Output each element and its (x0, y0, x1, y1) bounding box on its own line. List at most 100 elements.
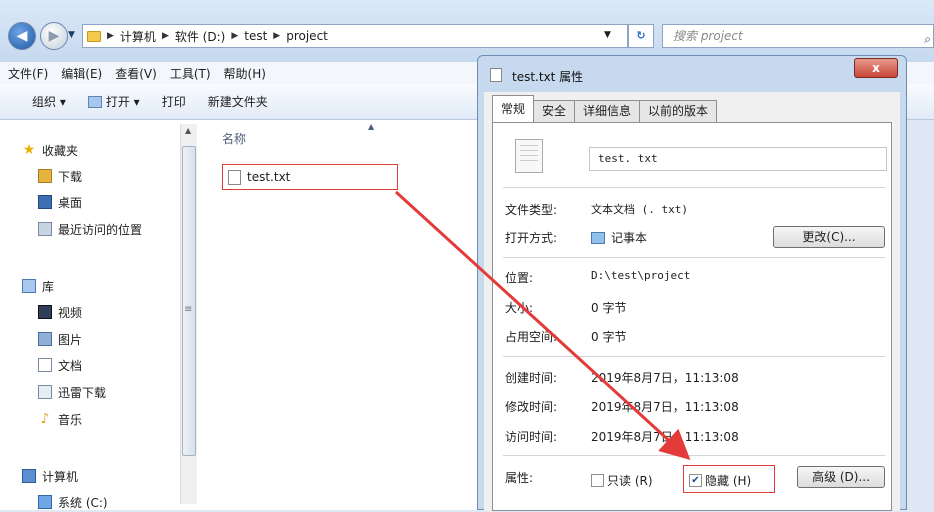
search-input[interactable]: 搜索 project ⌕ (662, 24, 934, 48)
sidebar-item-system-drive[interactable]: 系统 (C:) (38, 492, 108, 512)
desktop-icon (38, 195, 52, 209)
sidebar-item-documents[interactable]: 文档 (38, 355, 82, 375)
tab-security[interactable]: 安全 (533, 100, 576, 122)
size-value: 0 字节 (591, 301, 627, 315)
chevron-right-icon[interactable]: ▶ (162, 31, 169, 41)
notepad-icon (591, 232, 605, 244)
menu-tools[interactable]: 工具(T) (170, 65, 211, 82)
sidebar-label: 库 (42, 279, 55, 294)
address-dropdown-icon[interactable]: ▼ (604, 30, 611, 40)
picture-icon (38, 332, 52, 346)
print-button[interactable]: 打印 (162, 93, 186, 110)
menu-view[interactable]: 查看(V) (115, 65, 157, 82)
sidebar-label: 桌面 (58, 195, 83, 210)
tab-general[interactable]: 常规 (492, 95, 535, 122)
sidebar-item-libraries[interactable]: 库 (22, 276, 54, 296)
change-button[interactable]: 更改(C)... (773, 226, 885, 248)
menu-help[interactable]: 帮助(H) (224, 65, 266, 82)
readonly-checkbox[interactable]: 只读 (R) (591, 472, 653, 489)
file-list: ▲ 名称 test.txt (200, 120, 500, 510)
advanced-button[interactable]: 高级 (D)... (797, 466, 885, 488)
file-name-field[interactable]: test. txt (589, 147, 887, 171)
menu-edit[interactable]: 编辑(E) (61, 65, 102, 82)
close-button[interactable]: x (854, 58, 898, 78)
sidebar-item-thunder[interactable]: 迅雷下载 (38, 382, 106, 402)
search-placeholder: 搜索 project (673, 29, 743, 43)
document-icon (38, 358, 52, 372)
sidebar-item-videos[interactable]: 视频 (38, 302, 82, 322)
sidebar-label: 迅雷下载 (58, 385, 107, 400)
dialog-body: 常规 安全 详细信息 以前的版本 test. txt 文件类型: 文本文档 (.… (484, 92, 900, 511)
opens-with-label: 打开方式: (505, 231, 558, 245)
menu-file[interactable]: 文件(F) (8, 65, 48, 82)
scroll-thumb[interactable] (182, 146, 196, 456)
divider (503, 455, 885, 456)
chevron-right-icon[interactable]: ▶ (107, 31, 114, 41)
sidebar-item-downloads[interactable]: 下载 (38, 166, 82, 186)
scroll-up-icon[interactable]: ▲ (185, 126, 191, 135)
forward-button[interactable]: ▶ (40, 22, 68, 50)
text-file-icon (490, 68, 502, 82)
new-folder-button[interactable]: 新建文件夹 (208, 93, 268, 110)
address-field[interactable]: ▶ 计算机 ▶ 软件 (D:) ▶ test ▶ project (82, 24, 628, 48)
opens-with-app: 记事本 (611, 231, 648, 245)
location-label: 位置: (505, 271, 534, 285)
open-button[interactable]: 打开 ▾ (87, 93, 140, 110)
created-value: 2019年8月7日，11:13:08 (591, 371, 739, 385)
star-icon: ★ (22, 142, 36, 158)
sidebar-item-recent[interactable]: 最近访问的位置 (38, 219, 142, 239)
size-on-disk-value: 0 字节 (591, 330, 627, 344)
computer-icon (22, 469, 36, 483)
readonly-label: 只读 (R) (607, 474, 653, 488)
sidebar-item-music[interactable]: ♪ 音乐 (38, 409, 82, 429)
library-icon (22, 279, 36, 293)
sidebar-item-pictures[interactable]: 图片 (38, 329, 82, 349)
drive-icon (38, 495, 52, 509)
general-tab-panel: test. txt 文件类型: 文本文档 (. txt) 打开方式: 记事本 更… (492, 122, 892, 511)
attributes-label: 属性: (505, 471, 534, 485)
file-type-value: 文本文档 (. txt) (591, 203, 688, 216)
sidebar-label: 收藏夹 (42, 143, 79, 158)
video-icon (38, 305, 52, 319)
tab-details[interactable]: 详细信息 (574, 100, 641, 122)
divider (503, 257, 885, 258)
chevron-right-icon[interactable]: ▶ (231, 31, 238, 41)
open-label: 打开 ▾ (105, 95, 140, 109)
refresh-button[interactable]: ↻ (628, 24, 654, 48)
breadcrumb-project[interactable]: project (286, 29, 328, 43)
modified-value: 2019年8月7日，11:13:08 (591, 400, 739, 414)
breadcrumb-drive[interactable]: 软件 (D:) (175, 28, 225, 45)
accessed-label: 访问时间: (505, 430, 558, 444)
created-label: 创建时间: (505, 371, 558, 385)
column-header-name[interactable]: 名称 (222, 130, 246, 147)
sidebar-item-computer[interactable]: 计算机 (22, 466, 78, 486)
chevron-right-icon[interactable]: ▶ (273, 31, 280, 41)
highlight-box (222, 164, 398, 190)
breadcrumb-computer[interactable]: 计算机 (120, 28, 156, 45)
tab-bar: 常规 安全 详细信息 以前的版本 (492, 95, 718, 122)
file-type-icon (515, 139, 543, 173)
tab-previous-versions[interactable]: 以前的版本 (639, 100, 718, 122)
music-note-icon: ♪ (40, 411, 50, 427)
sidebar-label: 视频 (58, 305, 83, 320)
downloads-folder-icon (38, 169, 52, 183)
history-dropdown-icon[interactable]: ▼ (68, 30, 75, 40)
breadcrumb-test[interactable]: test (244, 29, 267, 43)
search-icon[interactable]: ⌕ (924, 28, 931, 50)
divider (503, 187, 885, 188)
recent-places-icon (38, 222, 52, 236)
sidebar-item-favorites[interactable]: ★ 收藏夹 (22, 140, 78, 160)
properties-dialog: test.txt 属性 x 常规 安全 详细信息 以前的版本 test. txt… (477, 55, 907, 511)
organize-button[interactable]: 组织 ▾ (32, 93, 66, 110)
sort-ascending-icon: ▲ (368, 122, 375, 131)
sidebar-scrollbar[interactable]: ▲ ≡ (180, 124, 197, 504)
sidebar-label: 计算机 (42, 469, 79, 484)
sidebar-label: 系统 (C:) (58, 495, 108, 510)
divider (503, 356, 885, 357)
address-bar: ◀ ▶ ▼ ▶ 计算机 ▶ 软件 (D:) ▶ test ▶ project ▼… (0, 0, 934, 62)
sidebar-item-desktop[interactable]: 桌面 (38, 192, 82, 212)
file-type-label: 文件类型: (505, 203, 558, 217)
checkbox-unchecked-icon[interactable] (591, 474, 604, 487)
back-button[interactable]: ◀ (8, 22, 36, 50)
dialog-title: test.txt 属性 (512, 70, 584, 84)
